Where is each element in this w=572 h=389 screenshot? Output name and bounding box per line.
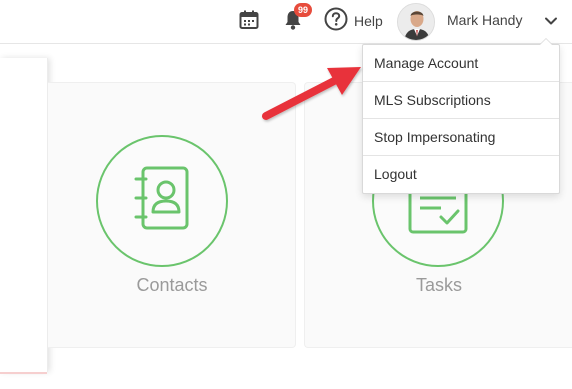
user-menu-dropdown: Manage Account MLS Subscriptions Stop Im…	[362, 38, 560, 194]
address-book-icon	[127, 162, 197, 241]
calendar-icon[interactable]	[238, 9, 260, 31]
chevron-down-icon[interactable]	[543, 13, 559, 29]
menu-item-mls-subscriptions[interactable]: MLS Subscriptions	[363, 82, 559, 119]
contacts-icon-circle	[96, 135, 228, 267]
user-name[interactable]: Mark Handy	[447, 12, 522, 28]
question-circle-icon	[324, 7, 348, 36]
side-panel	[0, 58, 48, 374]
help-button[interactable]: Help	[324, 7, 383, 36]
top-bar: 99 Help Mark Handy	[0, 0, 572, 44]
menu-item-stop-impersonating[interactable]: Stop Impersonating	[363, 119, 559, 156]
contacts-label: Contacts	[136, 275, 208, 295]
help-label: Help	[354, 13, 383, 29]
menu-item-logout[interactable]: Logout	[363, 156, 559, 193]
notification-badge: 99	[294, 3, 312, 17]
tasks-label: Tasks	[415, 275, 462, 295]
contacts-card[interactable]: Contacts	[48, 82, 296, 348]
avatar[interactable]	[397, 3, 435, 41]
menu-item-manage-account[interactable]: Manage Account	[363, 45, 559, 82]
